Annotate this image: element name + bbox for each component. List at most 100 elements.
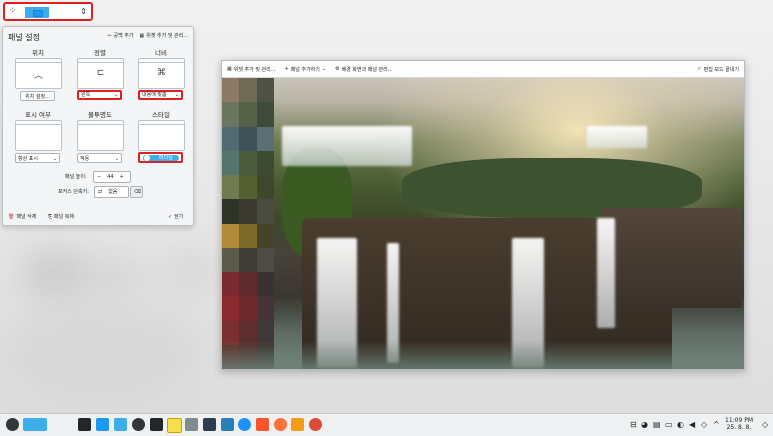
close-button[interactable]: ✓ 닫기 (168, 213, 184, 221)
color-icon[interactable]: ◕ (641, 420, 648, 429)
pixel-cell (222, 78, 240, 103)
desktop-blur (95, 255, 140, 290)
add-widgets-label: 위젯 추가 및 관리... (233, 66, 276, 73)
pixel-cell (239, 272, 257, 297)
terminal-icon[interactable] (78, 418, 91, 431)
width-label: 너비 (155, 49, 167, 57)
delete-panel-button[interactable]: 🗑 패널 삭제 (8, 213, 37, 221)
alignment-select[interactable]: 왼쪽 ⌄ (77, 90, 122, 100)
chevron-down-icon: ⌄ (174, 92, 179, 98)
width-card[interactable]: ⌘ (138, 58, 185, 89)
pixel-cell (256, 102, 274, 127)
notes-icon[interactable] (167, 418, 182, 433)
close-label: 닫기 (174, 214, 184, 220)
pixel-cell (256, 296, 274, 321)
wallpaper-button[interactable]: ⚙ 배경 화면과 패널 관리... (335, 66, 392, 73)
align-left-icon: ⊏ (96, 68, 105, 78)
discover-icon[interactable] (96, 418, 109, 431)
panel-height-label: 패널 높이: (65, 174, 87, 180)
visibility-select[interactable]: 항상 표시 ⌄ (15, 153, 60, 163)
chevron-up-icon[interactable]: ^ (713, 420, 720, 429)
battery-icon[interactable]: ◐ (677, 420, 684, 429)
image-viewer-icon[interactable] (185, 418, 198, 431)
clock[interactable]: 11:09 PM 25. 8. 8. (725, 417, 753, 431)
clear-icon: ⌫ (134, 189, 142, 195)
app-launcher-icon[interactable] (6, 418, 19, 431)
editor-icon[interactable] (291, 418, 304, 431)
pixel-cell (239, 102, 257, 127)
position-card[interactable]: ︿ (15, 58, 62, 89)
waterfall (587, 126, 647, 148)
pixel-cell (222, 150, 240, 175)
vault-icon[interactable]: ⊟ (630, 420, 637, 429)
brave-icon[interactable] (256, 418, 269, 431)
alignment-value: 왼쪽 (81, 92, 91, 98)
done-button[interactable]: ✓ 편집 모드 끝내기 (697, 66, 739, 73)
add-widgets-button[interactable]: ▦ 위젯 추가 및 관리... (227, 66, 275, 73)
add-widgets-label: 위젯 추가 및 관리... (146, 33, 188, 39)
add-spacer-label: 공백 추가 (113, 33, 134, 39)
add-panel-label: 패널 추가하기 (290, 66, 320, 73)
pager-widget[interactable] (25, 7, 49, 18)
pixel-cell (239, 296, 257, 321)
decrease-button[interactable]: − (94, 172, 104, 182)
spacer-icon: ⇿ (107, 32, 112, 39)
focus-shortcut-button[interactable]: ⇄ 없음 (94, 186, 129, 198)
monitor-icon[interactable] (203, 418, 216, 431)
alignment-card[interactable]: ⊏ (77, 58, 124, 89)
panel-height-value: 44 (107, 174, 114, 180)
console-icon[interactable] (150, 418, 163, 431)
floating-toggle[interactable]: 떠다님 (138, 152, 183, 163)
chrome-icon[interactable] (309, 418, 322, 431)
pager-widget[interactable] (23, 418, 47, 431)
add-widgets-button[interactable]: ▦ 위젯 추가 및 관리... (139, 32, 188, 40)
network-icon[interactable]: ◇ (701, 420, 707, 429)
copy-panel-button[interactable]: ⎘ 패널 복제 (48, 213, 74, 221)
top-panel[interactable]: ⁘ ⇕ (3, 2, 93, 21)
toggle-knob (144, 155, 150, 161)
display-icon[interactable]: ▭ (665, 420, 673, 429)
width-select[interactable]: 내용에 맞춤 ⌄ (138, 90, 183, 100)
pixel-cell (222, 247, 240, 272)
browser-icon[interactable] (238, 418, 251, 431)
settings-icon[interactable] (132, 418, 145, 431)
pixel-cell (256, 199, 274, 224)
clipboard-icon[interactable]: ▤ (653, 420, 661, 429)
taskbar: ⊟ ◕ ▤ ▭ ◐ ◀ ◇ ^ 11:09 PM 25. 8. 8. ◇ (0, 413, 773, 436)
kickoff-dots-icon[interactable]: ⁘ (9, 7, 17, 16)
plus-icon: + (284, 66, 289, 72)
pixel-cell (256, 247, 274, 272)
delete-panel-label: 패널 삭제 (16, 214, 37, 220)
desktop-blur (165, 250, 215, 290)
office-icon[interactable] (221, 418, 234, 431)
increase-button[interactable]: + (117, 172, 127, 182)
opacity-select[interactable]: 적응 ⌄ (77, 153, 122, 163)
floating-label: 떠다님 (159, 155, 173, 161)
add-panel-button[interactable]: + 패널 추가하기 ⌄ (284, 66, 326, 73)
visibility-card[interactable] (15, 120, 62, 151)
add-spacer-button[interactable]: ⇿ 공백 추가 (107, 32, 134, 40)
style-card[interactable] (138, 120, 185, 151)
pixel-cell (256, 223, 274, 248)
focus-shortcut-value: 없음 (108, 189, 118, 195)
position-label: 위치 (32, 49, 44, 57)
drag-handle-icon[interactable]: ⇕ (80, 7, 87, 16)
clear-shortcut-button[interactable]: ⌫ (130, 186, 143, 198)
river (222, 341, 744, 369)
edit-mode-window: ▦ 위젯 추가 및 관리... + 패널 추가하기 ⌄ ⚙ 배경 화면과 패널 관리..… (221, 60, 745, 370)
position-button[interactable]: 위치 설정... (20, 91, 55, 101)
pixel-cell (222, 223, 240, 248)
panel-height-spinbox[interactable]: − 44 + (93, 171, 131, 183)
done-label: 편집 모드 끝내기 (703, 66, 739, 73)
volume-icon[interactable]: ◀ (689, 420, 695, 429)
firefox-icon[interactable] (274, 418, 287, 431)
width-value: 내용에 맞춤 (142, 92, 167, 98)
fit-content-icon: ⌘ (157, 68, 166, 78)
folder-icon[interactable] (114, 418, 127, 431)
opacity-card[interactable] (77, 120, 124, 151)
pixel-cell (239, 223, 257, 248)
dialog-title: 패널 설정 (8, 33, 40, 42)
widgets-icon: ▦ (139, 32, 145, 39)
desktop-blur (20, 250, 90, 295)
show-desktop-icon[interactable]: ◇ (762, 420, 768, 429)
